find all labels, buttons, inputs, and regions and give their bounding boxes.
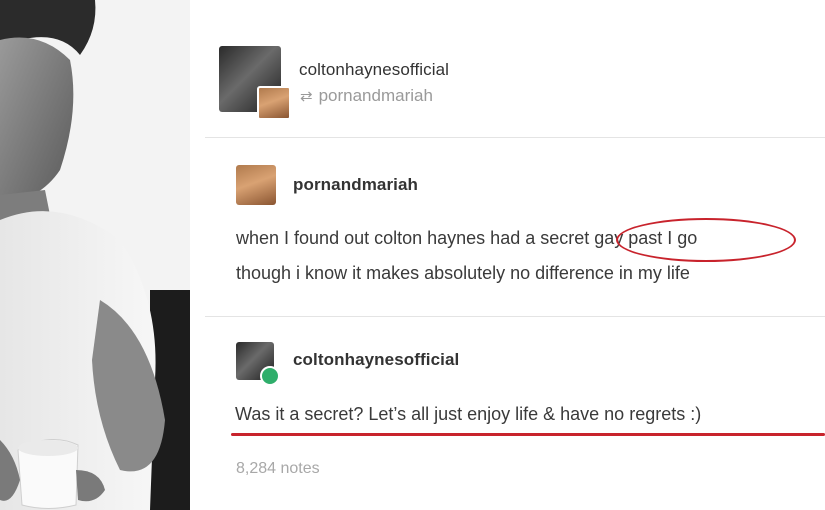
red-circle-annotation — [616, 218, 796, 262]
trail-reply-text: Was it a secret? Let’s all just enjoy li… — [235, 404, 702, 424]
trail-text-line-2: though i know it makes absolutely no dif… — [236, 263, 690, 283]
reblog-icon: ⇄ — [300, 88, 313, 105]
reblogged-from[interactable]: ⇄ pornandmariah — [300, 86, 433, 106]
reblog-source-avatar[interactable] — [257, 86, 291, 120]
header-divider — [205, 137, 825, 138]
man-portrait-image — [0, 0, 190, 510]
trail-avatar-pornandmariah[interactable] — [236, 165, 276, 205]
notes-count[interactable]: 8,284 notes — [236, 460, 320, 478]
verified-badge-icon — [260, 366, 280, 386]
trail-username[interactable]: pornandmariah — [293, 175, 418, 195]
reblog-source-username[interactable]: pornandmariah — [319, 86, 433, 105]
profile-photo — [0, 0, 190, 510]
red-underline-annotation — [231, 433, 825, 436]
post-author-username[interactable]: coltonhaynesofficial — [299, 60, 449, 80]
trail-username[interactable]: coltonhaynesofficial — [293, 350, 459, 370]
trail-divider — [205, 316, 825, 317]
tumblr-post: coltonhaynesofficial ⇄ pornandmariah porn… — [205, 0, 825, 510]
